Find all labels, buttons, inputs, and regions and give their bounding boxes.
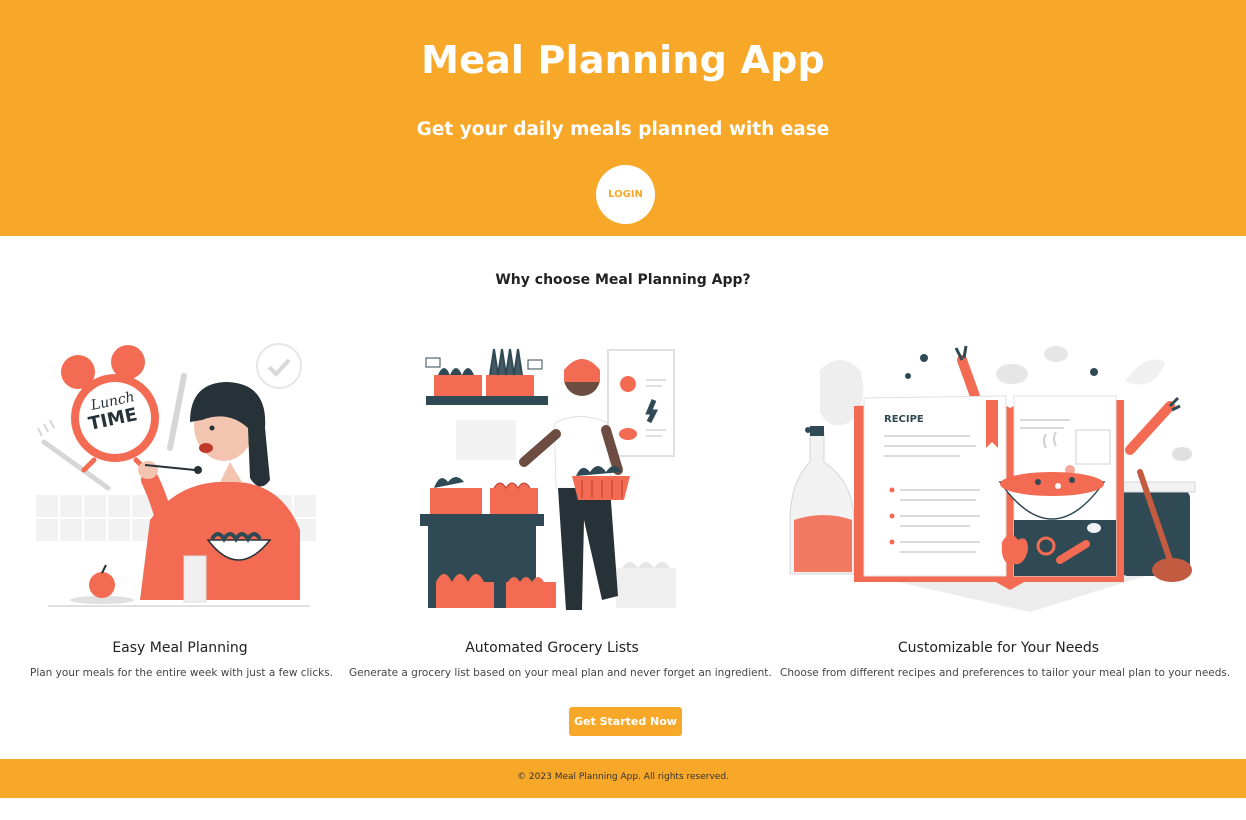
feature-title-grocery-lists: Automated Grocery Lists bbox=[465, 640, 639, 656]
section-heading: Why choose Meal Planning App? bbox=[495, 272, 751, 288]
hero-banner: Meal Planning App Get your daily meals p… bbox=[0, 0, 1246, 236]
get-started-button[interactable]: Get Started Now bbox=[569, 707, 682, 736]
feature-description-customizable: Choose from different recipes and prefer… bbox=[780, 667, 1231, 679]
hero-subtitle: Get your daily meals planned with ease bbox=[416, 119, 830, 140]
feature-description-grocery-lists: Generate a grocery list based on your me… bbox=[349, 667, 772, 679]
recipe-page-title: RECIPE bbox=[884, 414, 924, 425]
grocery-shopping-illustration bbox=[420, 348, 676, 610]
login-button[interactable]: LOGIN bbox=[596, 165, 655, 224]
recipe-book-illustration: RECIPE bbox=[789, 345, 1196, 612]
feature-description-easy-planning: Plan your meals for the entire week with… bbox=[30, 667, 334, 679]
footer: © 2023 Meal Planning App. All rights res… bbox=[0, 759, 1246, 798]
feature-title-customizable: Customizable for Your Needs bbox=[897, 640, 1100, 656]
page-title: Meal Planning App bbox=[421, 38, 825, 82]
woman-eating-lunch-illustration: Lunch TIME bbox=[36, 343, 316, 607]
copyright-text: © 2023 Meal Planning App. All rights res… bbox=[517, 772, 729, 782]
feature-title-easy-planning: Easy Meal Planning bbox=[112, 640, 248, 656]
